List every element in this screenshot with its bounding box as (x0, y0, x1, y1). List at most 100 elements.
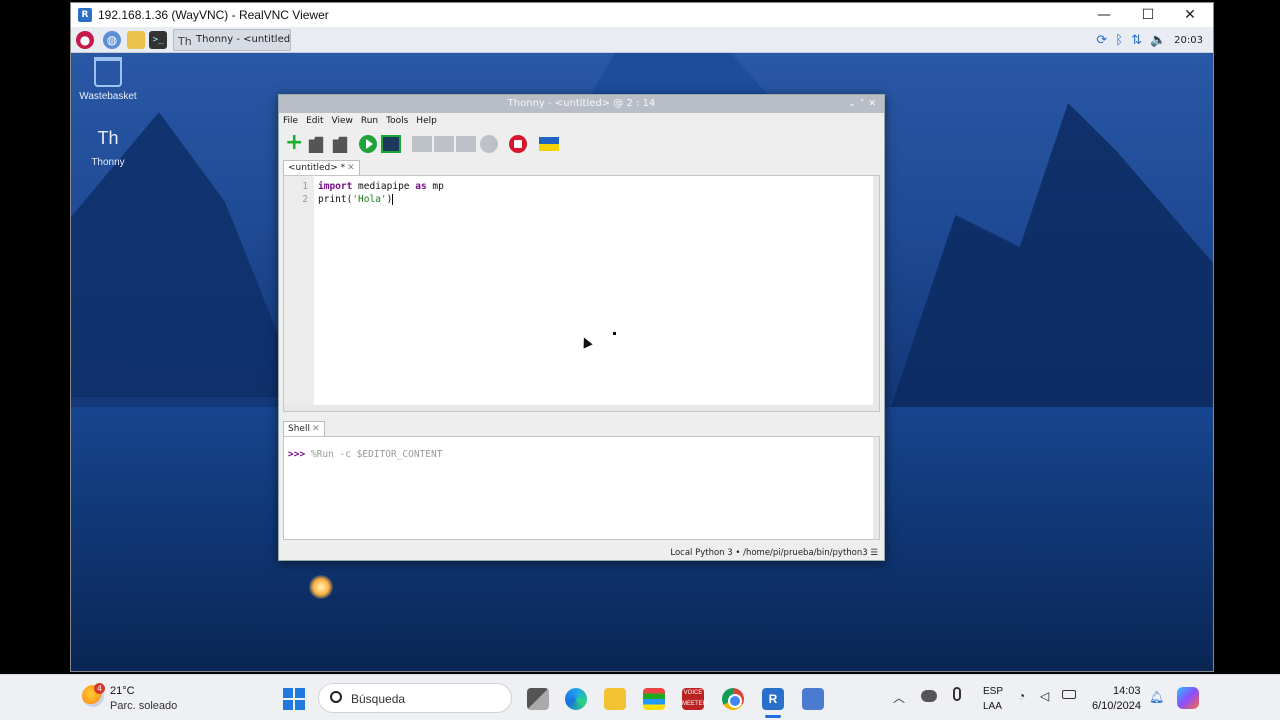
keyboard-layout-indicator[interactable]: LAA (983, 701, 1002, 712)
open-file-icon[interactable] (308, 136, 324, 153)
ukraine-flag-icon[interactable] (539, 137, 559, 151)
string-literal: 'Hola' (352, 194, 387, 205)
code-line-1: import mediapipe as mp (318, 180, 444, 193)
wifi-icon[interactable]: ◔ (1018, 689, 1025, 703)
updater-icon[interactable]: ⟳ (1096, 33, 1107, 48)
task-view-icon[interactable] (527, 688, 549, 710)
realvnc-icon: R (78, 8, 92, 22)
stray-pixel (613, 332, 616, 335)
browser-globe-icon[interactable]: ◍ (103, 31, 121, 49)
close-button[interactable]: ✕ (1169, 3, 1211, 27)
speaker-icon[interactable]: ◁ (1040, 689, 1049, 703)
menu-edit[interactable]: Edit (306, 113, 323, 129)
weather-alert-badge: 4 (94, 683, 105, 694)
menu-view[interactable]: View (332, 113, 353, 129)
code-text[interactable]: import mediapipe as mp print('Hola') (318, 180, 444, 206)
clock-time[interactable]: 14:03 (1113, 685, 1141, 697)
realvnc-taskbar-icon[interactable]: R (762, 688, 784, 710)
windows-start-icon[interactable] (283, 688, 305, 710)
weather-temperature[interactable]: 21°C (110, 685, 135, 697)
module-name: mediapipe (352, 181, 416, 192)
interpreter-status[interactable]: Local Python 3 • /home/pi/prueba/bin/pyt… (670, 548, 878, 558)
resume-icon[interactable] (480, 135, 498, 153)
tab-close-icon[interactable]: ✕ (347, 163, 355, 173)
shell-scrollbar[interactable] (873, 437, 879, 539)
thonny-window-controls[interactable]: ⌄˄✕ (848, 95, 880, 113)
onedrive-cloud-icon[interactable] (921, 690, 937, 702)
screen: R 192.168.1.36 (WayVNC) - RealVNC Viewer… (0, 0, 1280, 720)
volume-icon[interactable]: 🔈 (1150, 33, 1166, 48)
new-file-icon[interactable]: + (285, 132, 303, 154)
editor-tabstrip: <untitled> * ✕ (279, 159, 884, 175)
search-placeholder: Búsqueda (351, 692, 406, 706)
pi-clock[interactable]: 20:03 (1174, 35, 1203, 46)
keyword-as: as (415, 181, 427, 192)
stop-icon[interactable] (509, 135, 527, 153)
notification-bell-icon[interactable]: 🔔︎ (1149, 690, 1164, 704)
tab-untitled-label: <untitled> * (288, 163, 346, 173)
thonny-menubar: File Edit View Run Tools Help (279, 113, 884, 129)
vnc-titlebar[interactable]: R 192.168.1.36 (WayVNC) - RealVNC Viewer… (71, 3, 1213, 27)
active-app-indicator (765, 715, 781, 718)
lantern-light (309, 575, 333, 599)
edge-browser-icon[interactable] (565, 688, 587, 710)
shell-tab-close-icon[interactable]: ✕ (312, 424, 320, 434)
file-explorer-icon[interactable] (604, 688, 626, 710)
taskbar-thonny-window[interactable]: Th Thonny - <untitled> ... (173, 29, 291, 51)
file-manager-icon[interactable] (127, 31, 145, 49)
tab-shell[interactable]: Shell ✕ (283, 421, 325, 436)
shell-line: >>> %Run -c $EDITOR_CONTENT (288, 449, 442, 460)
network-app-icon[interactable] (802, 688, 824, 710)
weather-description[interactable]: Parc. soleado (110, 700, 177, 712)
taskbar-search-input[interactable]: Búsqueda (318, 683, 512, 713)
shell-panel[interactable]: >>> %Run -c $EDITOR_CONTENT (283, 436, 880, 540)
editor-horizontal-scrollbar[interactable] (284, 405, 879, 411)
print-call: print( (318, 194, 353, 205)
terminal-icon[interactable]: >_ (149, 31, 167, 49)
search-icon (330, 691, 342, 703)
line-number: 2 (302, 194, 308, 205)
text-caret (392, 194, 394, 205)
minimize-button[interactable]: — (1083, 3, 1125, 27)
battery-icon[interactable] (1062, 690, 1076, 699)
thonny-title: Thonny - <untitled> @ 2 : 14 (507, 98, 656, 109)
menu-help[interactable]: Help (416, 113, 437, 129)
step-into-icon[interactable] (434, 136, 454, 152)
menu-run[interactable]: Run (361, 113, 378, 129)
windows-taskbar: 4 21°C Parc. soleado Búsqueda VOICE MEET… (0, 674, 1280, 720)
thonny-window: Thonny - <untitled> @ 2 : 14 ⌄˄✕ File Ed… (278, 94, 885, 561)
chevron-up-icon[interactable]: ︿ (893, 689, 905, 706)
desktop-thonny[interactable]: Th Thonny (73, 123, 143, 168)
voicemeeter-icon[interactable]: VOICE MEETER (682, 688, 707, 710)
taskbar-thonny-label: Thonny - <untitled> ... (196, 34, 291, 45)
run-icon[interactable] (359, 135, 377, 153)
vnc-viewer-window: R 192.168.1.36 (WayVNC) - RealVNC Viewer… (70, 2, 1214, 672)
thonny-titlebar[interactable]: Thonny - <untitled> @ 2 : 14 ⌄˄✕ (279, 95, 884, 113)
editor-vertical-scrollbar[interactable] (873, 176, 879, 411)
microsoft-store-icon[interactable] (643, 688, 665, 710)
step-out-icon[interactable] (456, 136, 476, 152)
bluetooth-icon[interactable]: ᛒ (1115, 33, 1123, 48)
desktop-wastebasket[interactable]: Wastebasket (73, 57, 143, 102)
maximize-button[interactable]: ☐ (1127, 3, 1169, 27)
debug-icon[interactable] (381, 135, 401, 153)
line-number-gutter: 1 2 (284, 176, 314, 411)
clock-date[interactable]: 6/10/2024 (1092, 700, 1141, 712)
copilot-icon[interactable] (1177, 687, 1199, 709)
raspberry-menu-icon[interactable]: ● (76, 31, 94, 49)
code-editor[interactable]: 1 2 import mediapipe as mp print('Hola') (283, 175, 880, 412)
thonny-label: Thonny (91, 157, 125, 168)
menu-tools[interactable]: Tools (386, 113, 408, 129)
chrome-icon[interactable] (722, 688, 744, 710)
language-indicator[interactable]: ESP (983, 686, 1003, 697)
wastebasket-icon (94, 57, 122, 87)
shell-command: %Run -c $EDITOR_CONTENT (305, 449, 443, 460)
remote-desktop[interactable]: ● ◍ >_ Th Thonny - <untitled> ... ⟳ ᛒ ⇅ … (71, 27, 1213, 671)
menu-file[interactable]: File (283, 113, 298, 129)
microphone-icon[interactable] (953, 687, 961, 701)
network-icon[interactable]: ⇅ (1131, 33, 1142, 48)
save-file-icon[interactable] (332, 136, 348, 153)
wastebasket-label: Wastebasket (79, 91, 137, 102)
tab-untitled[interactable]: <untitled> * ✕ (283, 160, 360, 175)
step-over-icon[interactable] (412, 136, 432, 152)
